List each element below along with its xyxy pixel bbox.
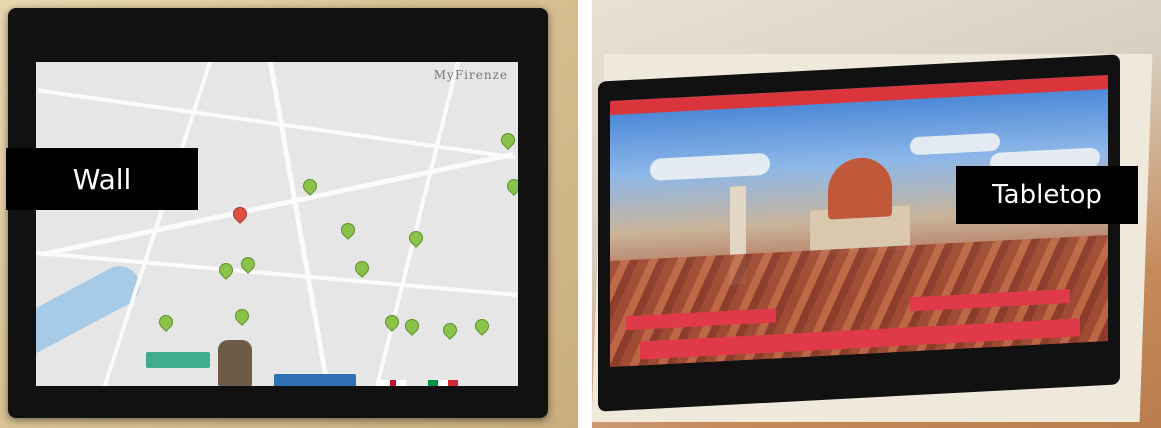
cloud (650, 152, 770, 181)
map-road (367, 62, 469, 386)
screen-top-bar (610, 74, 1108, 116)
map-pin-icon[interactable] (233, 307, 251, 325)
map-screen: MyFirenze (36, 62, 518, 386)
map-road (261, 62, 336, 386)
map-button[interactable] (274, 374, 356, 386)
map-pin-icon[interactable] (473, 317, 491, 335)
person-reflection (218, 340, 252, 386)
map-pin-icon[interactable] (301, 177, 319, 195)
map-pin-icon[interactable] (157, 313, 175, 331)
map-pin-icon[interactable] (505, 177, 518, 195)
wall-tv: MyFirenze (8, 8, 548, 418)
tabletop-display-photo: Tabletop (592, 0, 1161, 428)
tabletop-tv (598, 54, 1120, 412)
map-pin-icon[interactable] (383, 313, 401, 331)
cathedral-dome (828, 156, 892, 220)
map-pin-icon[interactable] (441, 321, 459, 339)
map-pin-icon[interactable] (217, 261, 235, 279)
brand-logo: MyFirenze (433, 68, 508, 82)
label-tabletop: Tabletop (956, 166, 1138, 224)
wall-display-photo: MyFirenze Wall (0, 0, 578, 428)
label-wall: Wall (6, 148, 198, 210)
map-button[interactable] (146, 352, 210, 368)
map-pin-icon[interactable] (353, 259, 371, 277)
map-pin-icon[interactable] (499, 131, 517, 149)
italy-flag-icon[interactable] (428, 380, 458, 386)
map-pin-icon[interactable] (403, 317, 421, 335)
cloud (910, 132, 1000, 156)
map-pin-icon[interactable] (339, 221, 357, 239)
uk-flag-icon[interactable] (380, 380, 406, 386)
